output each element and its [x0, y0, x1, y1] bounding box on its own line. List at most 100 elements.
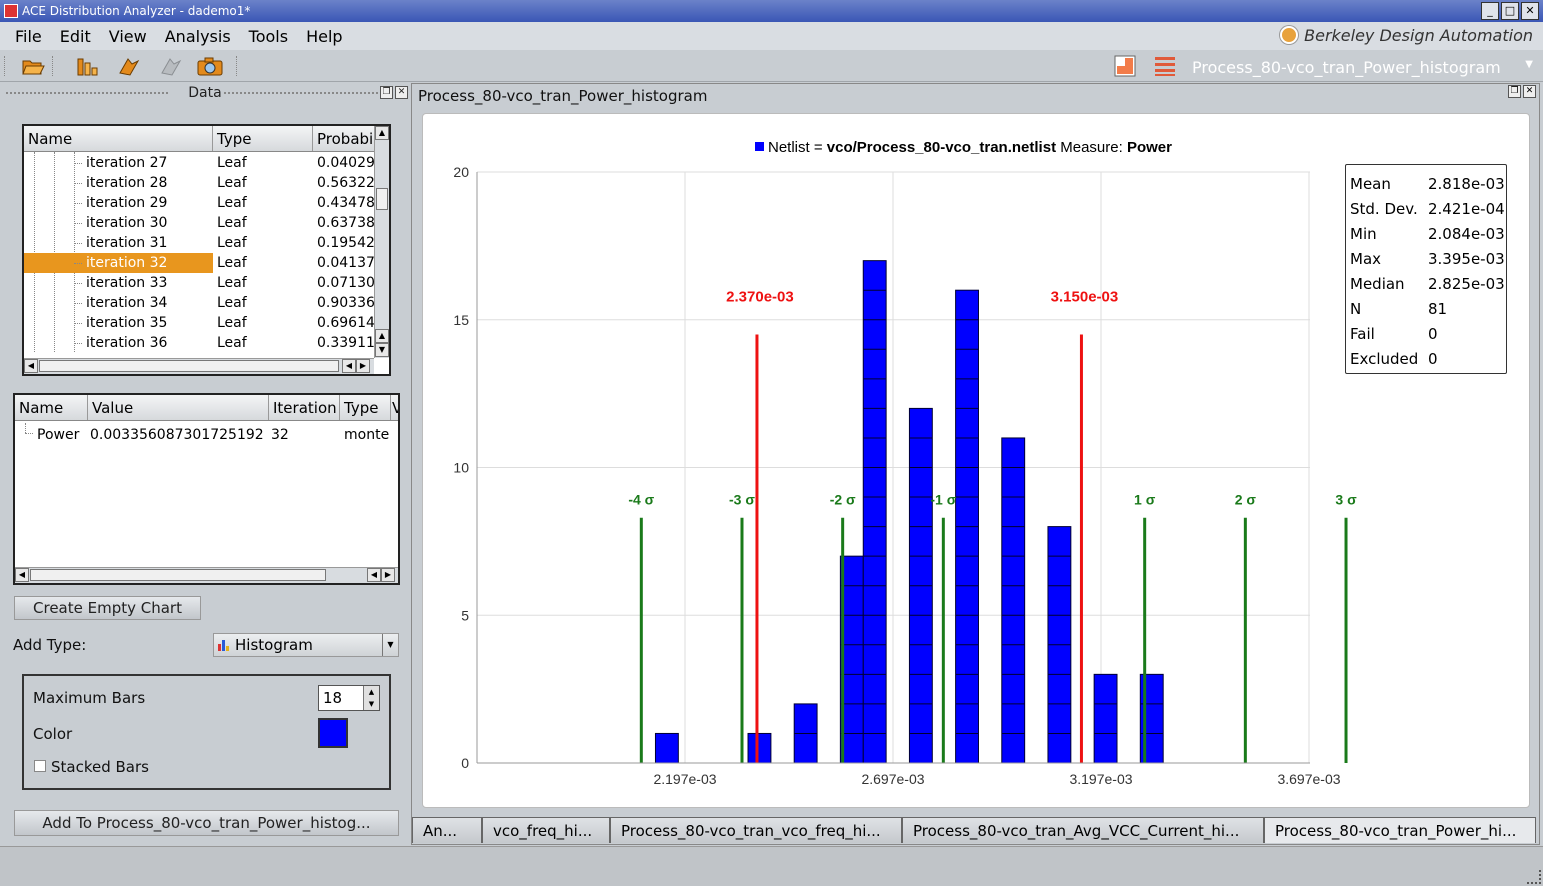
- menu-edit[interactable]: Edit: [51, 27, 100, 46]
- spinner-arrows-icon[interactable]: ▲ ▼: [363, 686, 379, 710]
- col-value-header[interactable]: Value: [88, 395, 269, 420]
- tree-row-probability: 0.63738: [317, 215, 374, 231]
- col-iteration-header[interactable]: Iteration: [269, 395, 340, 420]
- stat-row: N 81: [1350, 300, 1447, 318]
- open-folder-icon[interactable]: [20, 54, 46, 78]
- brand-name: Berkeley Design Automation: [1304, 25, 1533, 45]
- value-table: Name Value Iteration Type V Power 0.0033…: [13, 393, 400, 585]
- add-type-value: Histogram: [235, 636, 313, 654]
- app-icon: [4, 4, 18, 18]
- menu-help[interactable]: Help: [297, 27, 351, 46]
- resize-grip-icon[interactable]: [1527, 870, 1541, 884]
- chart-tab[interactable]: An...: [412, 817, 482, 843]
- stat-value: 0: [1428, 325, 1438, 343]
- close-panel-icon[interactable]: ✕: [395, 86, 408, 99]
- list-view-icon[interactable]: [1154, 55, 1176, 77]
- stat-row: Median 2.825e-03: [1350, 275, 1505, 293]
- menu-view[interactable]: View: [100, 27, 156, 46]
- value-row-iteration: 32: [271, 427, 289, 443]
- arrow-orange-icon[interactable]: [115, 54, 141, 78]
- chart-tabs: An... vco_freq_hi... Process_80-vco_tran_v…: [412, 817, 1536, 843]
- stat-label: Excluded: [1350, 350, 1419, 368]
- col-probability-header[interactable]: Probabi: [313, 126, 376, 151]
- col-v-header[interactable]: V: [391, 395, 398, 420]
- tree-horizontal-scrollbar[interactable]: ◀ ◀ ▶: [24, 358, 374, 374]
- stat-row: Max 3.395e-03: [1350, 250, 1505, 268]
- value-row-name: Power: [37, 427, 80, 443]
- stat-row: Mean 2.818e-03: [1350, 175, 1505, 193]
- tree-row-name: iteration 30: [86, 215, 168, 231]
- menu-file[interactable]: File: [6, 27, 51, 46]
- tree-row-name: iteration 33: [86, 275, 168, 291]
- stacked-bars-label: Stacked Bars: [51, 758, 149, 776]
- tree-row-type: Leaf: [217, 175, 247, 191]
- tree-row-type: Leaf: [217, 155, 247, 171]
- tree-row-type: Leaf: [217, 335, 247, 351]
- value-row[interactable]: Power 0.003356087301725192 32 monte: [15, 425, 391, 445]
- tree-row-type: Leaf: [217, 295, 247, 311]
- chart-tab[interactable]: Process_80-vco_tran_Avg_VCC_Current_hi..…: [902, 817, 1264, 843]
- camera-icon[interactable]: [197, 54, 223, 78]
- tree-row-probability: 0.90336: [317, 295, 374, 311]
- tree-row-name: iteration 34: [86, 295, 168, 311]
- restore-panel-icon[interactable]: ❐: [1508, 85, 1521, 98]
- histogram-properties: Maximum Bars 18 ▲ ▼ Color Stacked Bars: [22, 674, 391, 790]
- brand: Berkeley Design Automation: [1280, 24, 1533, 46]
- chart-selector-dropdown[interactable]: Process_80-vco_tran_Power_histogram ▼: [1184, 55, 1539, 79]
- menu-analysis[interactable]: Analysis: [156, 27, 240, 46]
- brand-logo-icon: [1280, 26, 1299, 44]
- tree-row-type: Leaf: [217, 195, 247, 211]
- chart-tab[interactable]: Process_80-vco_tran_Power_hi...: [1264, 817, 1536, 843]
- value-horizontal-scrollbar[interactable]: ◀ ◀ ▶: [15, 567, 398, 583]
- value-row-value: 0.003356087301725192: [90, 427, 264, 443]
- maximize-button[interactable]: □: [1501, 2, 1519, 20]
- tree-row-name: iteration 32: [24, 253, 213, 273]
- tree-row-name: iteration 36: [86, 335, 168, 351]
- arrow-gray-icon[interactable]: [157, 54, 183, 78]
- minimize-button[interactable]: _: [1481, 2, 1499, 20]
- tree-row-type: Leaf: [217, 215, 247, 231]
- chart-selector-value: Process_80-vco_tran_Power_histogram: [1192, 57, 1501, 77]
- restore-panel-icon[interactable]: ❐: [380, 86, 393, 99]
- chart-export-icon[interactable]: [1114, 55, 1136, 77]
- create-empty-chart-button[interactable]: Create Empty Chart: [14, 596, 201, 620]
- max-bars-label: Maximum Bars: [33, 689, 146, 707]
- stat-label: Min: [1350, 225, 1377, 243]
- close-panel-icon[interactable]: ✕: [1523, 85, 1536, 98]
- stat-label: Median: [1350, 275, 1405, 293]
- col-type-header[interactable]: Type: [213, 126, 313, 151]
- col-name-header[interactable]: Name: [15, 395, 88, 420]
- tree-vertical-scrollbar[interactable]: ▲ ▲ ▼: [374, 126, 389, 358]
- chart-tab[interactable]: Process_80-vco_tran_vco_freq_hi...: [610, 817, 902, 843]
- menu-tools[interactable]: Tools: [240, 27, 297, 46]
- add-type-select[interactable]: Histogram ▼: [213, 633, 399, 657]
- stat-row: Std. Dev. 2.421e-04: [1350, 200, 1505, 218]
- max-bars-spinner[interactable]: 18 ▲ ▼: [318, 685, 380, 711]
- color-swatch[interactable]: [318, 718, 348, 748]
- data-tree-table: Name Type Probabi iteration 27 Leaf 0.0402…: [22, 124, 391, 376]
- stat-label: Mean: [1350, 175, 1391, 193]
- window-title-bar: ACE Distribution Analyzer - dademo1* _ □…: [0, 0, 1543, 22]
- tree-row-type: Leaf: [217, 255, 247, 271]
- statistics-box: Mean 2.818e-03 Std. Dev. 2.421e-04 Min 2.084e…: [1345, 164, 1507, 374]
- col-name-header[interactable]: Name: [24, 126, 213, 151]
- color-label: Color: [33, 725, 73, 743]
- tree-row-type: Leaf: [217, 315, 247, 331]
- tree-row-probability: 0.04137: [317, 255, 374, 271]
- max-bars-value: 18: [323, 689, 343, 707]
- stat-label: Fail: [1350, 325, 1375, 343]
- stacked-bars-checkbox[interactable]: [34, 760, 46, 772]
- data-panel: Data ❐ ✕ Name Type Probabi iteration 27 L…: [0, 83, 410, 845]
- add-to-chart-button[interactable]: Add To Process_80-vco_tran_Power_histog.…: [14, 810, 399, 836]
- chevron-down-icon: ▼: [382, 634, 398, 656]
- close-button[interactable]: ✕: [1521, 2, 1539, 20]
- chart-panel-title: Process_80-vco_tran_Power_histogram: [418, 87, 708, 105]
- tree-row-probability: 0.04029: [317, 155, 374, 171]
- col-type-header[interactable]: Type: [340, 395, 391, 420]
- chart-tab[interactable]: vco_freq_hi...: [482, 817, 610, 843]
- bar-chart-icon[interactable]: [74, 54, 100, 78]
- window-title: ACE Distribution Analyzer - dademo1*: [22, 4, 251, 18]
- chevron-down-icon: ▼: [1525, 59, 1533, 70]
- tree-row-type: Leaf: [217, 235, 247, 251]
- tree-row-name: iteration 31: [86, 235, 168, 251]
